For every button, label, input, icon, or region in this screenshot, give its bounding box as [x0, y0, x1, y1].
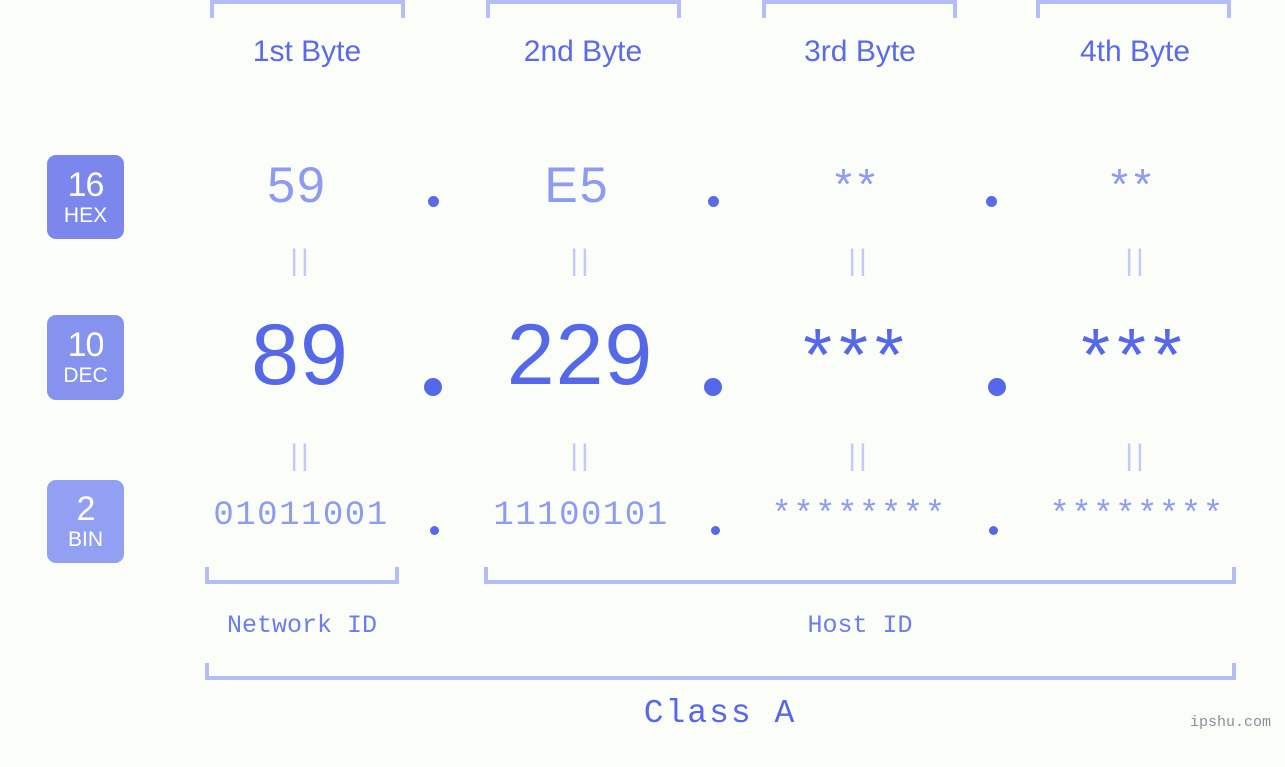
base-badge-dec-number: 10	[67, 326, 105, 364]
hex-separator-1	[428, 196, 439, 207]
base-badge-dec-name: DEC	[63, 364, 108, 387]
site-watermark: ipshu.com	[1189, 714, 1271, 731]
equals-mark-hex-dec-2: ||	[570, 244, 592, 277]
dec-octet-3: ***	[803, 313, 911, 396]
base-badge-bin-number: 2	[76, 490, 96, 528]
bin-octet-3: ********	[771, 497, 947, 535]
ip-address-breakdown-diagram: 1st Byte 2nd Byte 3rd Byte 4th Byte 16 H…	[0, 0, 1285, 767]
equals-mark-dec-bin-4: ||	[1125, 439, 1147, 472]
byte-header-1: 1st Byte	[252, 35, 362, 68]
class-label: Class A	[643, 695, 797, 732]
equals-mark-dec-bin-1: ||	[290, 439, 312, 472]
bin-octet-4: ********	[1049, 497, 1225, 535]
network-id-label: Network ID	[226, 611, 378, 640]
equals-mark-hex-dec-1: ||	[290, 244, 312, 277]
bin-octet-1: 01011001	[213, 497, 389, 535]
host-id-label: Host ID	[807, 611, 913, 640]
equals-mark-dec-bin-3: ||	[848, 439, 870, 472]
bin-octet-2: 11100101	[493, 497, 669, 535]
dec-separator-3	[988, 378, 1006, 396]
hex-octet-4: **	[1110, 160, 1158, 209]
bin-separator-2	[711, 526, 720, 535]
byte-bracket-4	[1036, 0, 1231, 18]
network-id-bracket	[205, 567, 399, 584]
dec-octet-4: ***	[1081, 313, 1189, 396]
base-badge-hex: 16 HEX	[47, 155, 124, 239]
bin-separator-3	[989, 526, 998, 535]
dec-octet-1: 89	[251, 307, 349, 403]
hex-separator-2	[708, 196, 719, 207]
dec-octet-2: 229	[506, 307, 654, 403]
bin-separator-1	[430, 526, 439, 535]
hex-separator-3	[986, 196, 997, 207]
host-id-bracket	[484, 567, 1236, 584]
base-badge-hex-name: HEX	[63, 203, 108, 227]
hex-octet-2: E5	[544, 157, 610, 213]
dec-separator-1	[424, 378, 442, 396]
byte-bracket-3	[762, 0, 957, 18]
base-badge-dec: 10 DEC	[47, 315, 124, 400]
base-badge-bin: 2 BIN	[47, 480, 124, 563]
class-bracket	[205, 663, 1236, 680]
base-badge-bin-name: BIN	[67, 528, 103, 551]
byte-header-4: 4th Byte	[1079, 35, 1191, 68]
hex-octet-3: **	[834, 160, 882, 209]
base-badge-hex-number: 16	[67, 165, 105, 204]
byte-header-3: 3rd Byte	[804, 35, 916, 68]
dec-separator-2	[704, 378, 722, 396]
equals-mark-hex-dec-4: ||	[1125, 244, 1147, 277]
hex-octet-1: 59	[267, 157, 327, 213]
equals-mark-dec-bin-2: ||	[570, 439, 592, 472]
byte-header-2: 2nd Byte	[523, 35, 643, 68]
byte-bracket-2	[486, 0, 681, 18]
byte-bracket-1	[210, 0, 405, 18]
equals-mark-hex-dec-3: ||	[848, 244, 870, 277]
